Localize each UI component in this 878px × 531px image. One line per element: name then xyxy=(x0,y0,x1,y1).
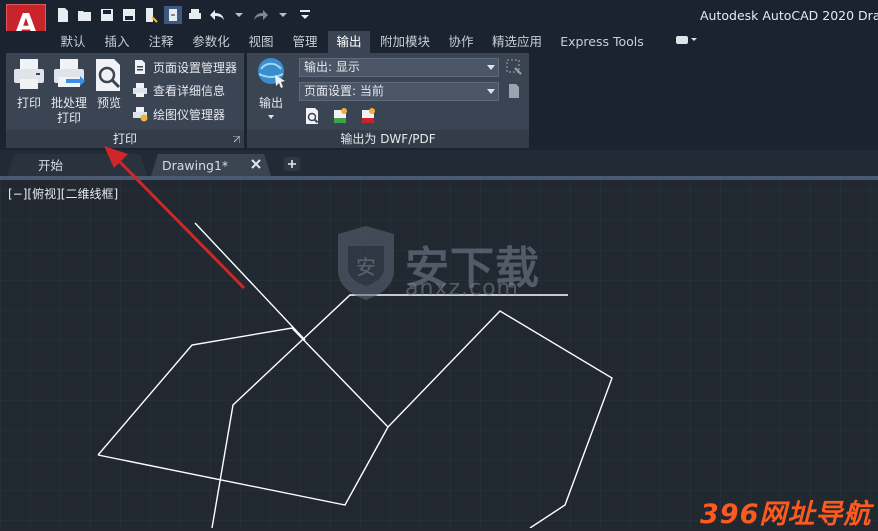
batch-plot-label-1: 批处理 xyxy=(50,96,87,110)
print-panel-title-text: 打印 xyxy=(112,132,137,146)
watermark-domain: anxz.com xyxy=(405,276,519,301)
page-setup-override-icon[interactable] xyxy=(505,82,523,100)
watermark-shield-logo: 安 xyxy=(338,226,394,300)
print-button[interactable]: 打印 xyxy=(10,57,48,111)
preview-button[interactable]: 预览 xyxy=(90,57,128,111)
export-combo-value: 输出: 显示 xyxy=(304,60,360,74)
dwf-export-icon[interactable] xyxy=(331,107,349,125)
export-panel-title: 输出为 DWF/PDF xyxy=(247,130,529,148)
customize-qat-icon[interactable] xyxy=(296,6,314,24)
printer-icon xyxy=(14,59,44,89)
export-label: 输出 xyxy=(258,96,283,110)
tab-default[interactable]: 默认 xyxy=(52,31,94,53)
tab-manage[interactable]: 管理 xyxy=(284,31,326,53)
open-folder-icon[interactable] xyxy=(76,6,94,24)
tab-featured-apps[interactable]: 精选应用 xyxy=(486,31,548,53)
tab-drawing1[interactable]: Drawing1* xyxy=(162,153,228,178)
undo-icon[interactable] xyxy=(208,6,226,24)
tab-collaborate[interactable]: 协作 xyxy=(440,31,482,53)
export-button[interactable]: 输出 xyxy=(251,55,291,119)
tab-express-tools[interactable]: Express Tools xyxy=(552,31,652,53)
batch-plot-label-2: 打印 xyxy=(56,111,81,125)
viewport-controls[interactable]: [−][俯视][二维线框] xyxy=(8,185,118,202)
chevron-down-icon[interactable] xyxy=(274,6,292,24)
plotter-manager-icon xyxy=(133,107,148,122)
new-file-icon[interactable] xyxy=(54,6,72,24)
ribbon-tabs: 默认 插入 注释 参数化 视图 管理 输出 附加模块 协作 精选应用 Expre… xyxy=(0,31,878,53)
plotter-manager-label: 绘图仪管理器 xyxy=(153,107,226,122)
page-setup-icon xyxy=(135,60,145,74)
close-tab-icon[interactable] xyxy=(250,158,262,170)
new-tab-icon[interactable] xyxy=(284,157,300,171)
batch-printer-icon xyxy=(54,59,85,87)
window-title: Autodesk AutoCAD 2020 Dra xyxy=(700,8,878,23)
export-dwf-pdf-panel: 输出 输出: 显示 页面设置: 当前 输出为 DWF/PDF xyxy=(247,53,529,148)
tab-output[interactable]: 输出 xyxy=(328,31,370,53)
tab-start[interactable]: 开始 xyxy=(38,153,63,178)
export-preview-icon[interactable] xyxy=(303,107,321,125)
redo-icon[interactable] xyxy=(252,6,270,24)
select-area-icon[interactable] xyxy=(505,58,523,76)
view-details-button[interactable]: 查看详细信息 xyxy=(132,80,225,100)
ribbon-display-toggle[interactable] xyxy=(668,31,704,53)
open-web-icon[interactable] xyxy=(142,6,160,24)
preview-icon xyxy=(96,59,121,91)
svg-text:安: 安 xyxy=(356,255,376,279)
page-setup-combo-value: 页面设置: 当前 xyxy=(304,84,384,98)
batch-plot-button[interactable]: 批处理 打印 xyxy=(48,57,90,126)
plot-icon[interactable] xyxy=(186,6,204,24)
print-label: 打印 xyxy=(16,96,41,110)
quick-access-toolbar xyxy=(54,6,314,26)
tab-addins[interactable]: 附加模块 xyxy=(374,31,436,53)
preview-label: 预览 xyxy=(96,96,121,110)
tab-insert[interactable]: 插入 xyxy=(96,31,138,53)
share-icon[interactable] xyxy=(164,6,182,24)
ribbon-minimize-icon xyxy=(676,36,697,44)
export-globe-icon xyxy=(258,58,285,88)
plotter-manager-button[interactable]: 绘图仪管理器 xyxy=(132,104,225,124)
export-display-combo[interactable]: 输出: 显示 xyxy=(299,58,499,77)
save-icon[interactable] xyxy=(98,6,116,24)
page-setup-manager-button[interactable]: 页面设置管理器 xyxy=(132,57,237,77)
page-setup-combo[interactable]: 页面设置: 当前 xyxy=(299,82,499,101)
print-panel-title: 打印 xyxy=(6,130,244,148)
tab-view[interactable]: 视图 xyxy=(240,31,282,53)
save-as-icon[interactable] xyxy=(120,6,138,24)
plot-details-icon xyxy=(133,83,147,97)
page-setup-manager-label: 页面设置管理器 xyxy=(153,60,238,75)
view-details-label: 查看详细信息 xyxy=(153,83,226,98)
pdf-export-icon[interactable] xyxy=(359,107,377,125)
panel-launcher-icon[interactable] xyxy=(233,136,240,143)
print-panel: 打印 批处理 打印 预览 页面设置管理器 查看详细信息 绘图仪管理器 打印 xyxy=(6,53,244,148)
tab-annotate[interactable]: 注释 xyxy=(140,31,182,53)
corner-watermark: 396网址导航 xyxy=(700,499,872,530)
chevron-down-icon xyxy=(268,115,274,119)
chevron-down-icon[interactable] xyxy=(230,6,248,24)
tab-parametric[interactable]: 参数化 xyxy=(186,31,236,53)
